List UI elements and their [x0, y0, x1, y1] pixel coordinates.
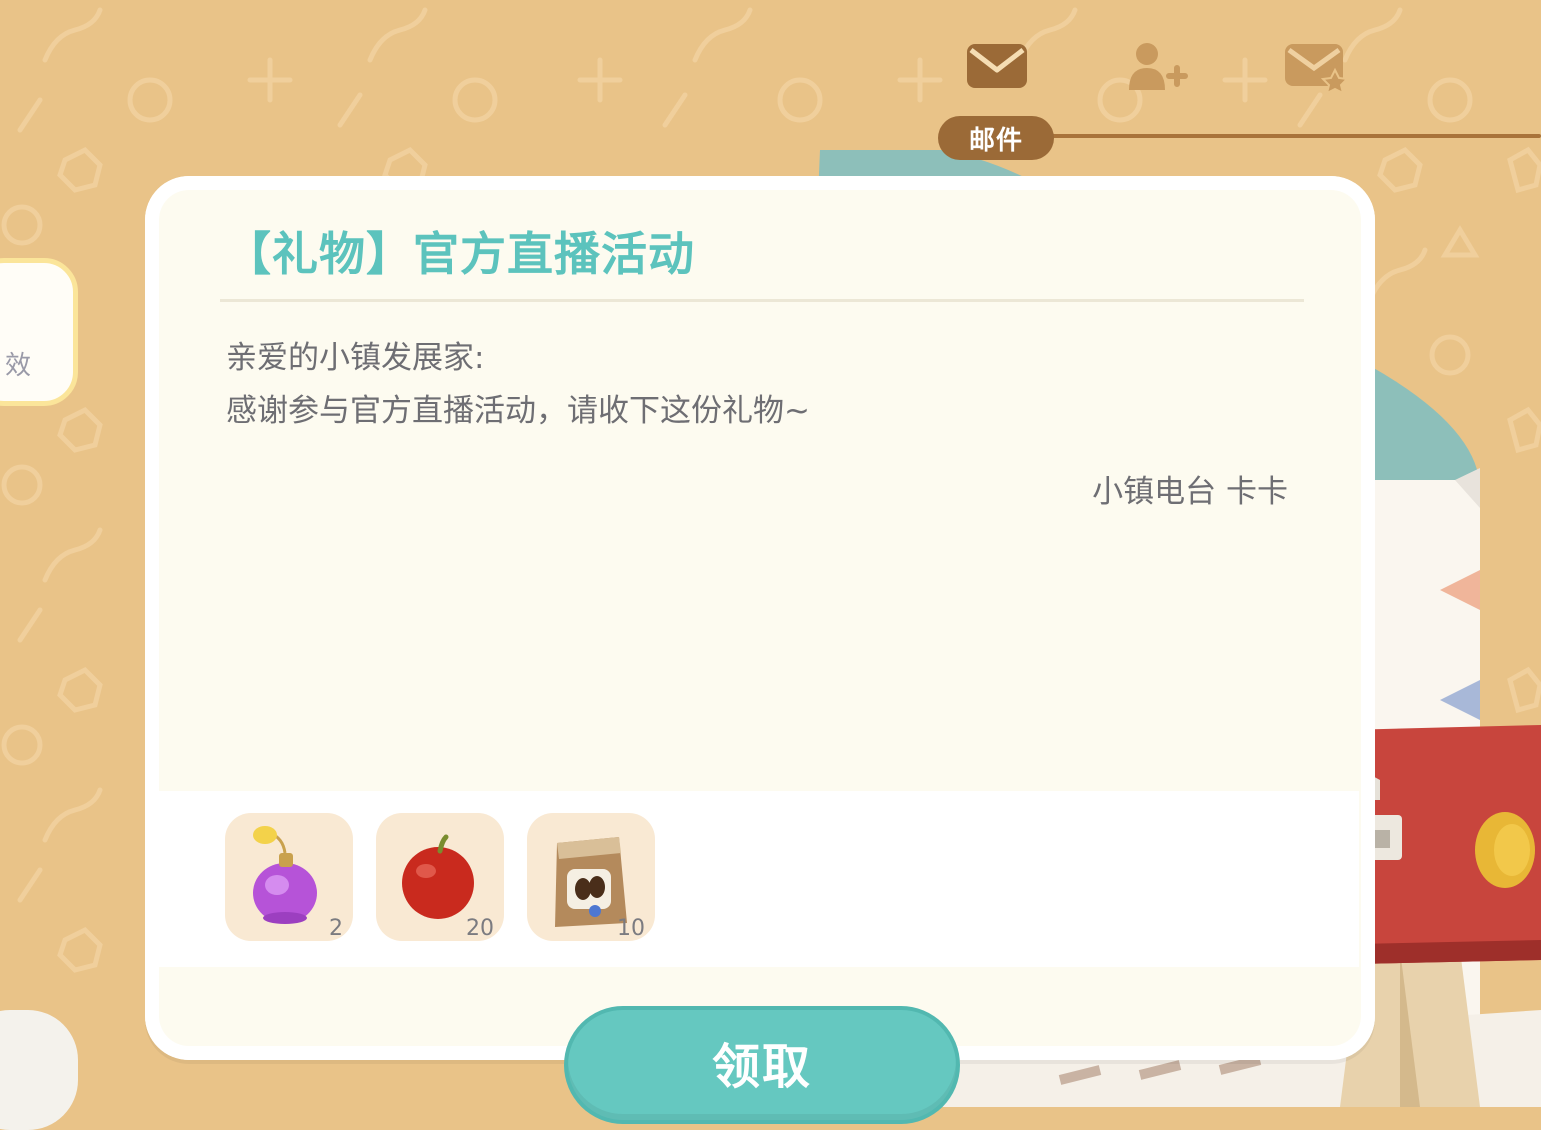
side-panel-card[interactable]: 效	[0, 258, 78, 406]
mail-icon	[967, 44, 1027, 88]
title-divider	[220, 299, 1304, 302]
mail-card: 【礼物】官方直播活动 亲爱的小镇发展家: 感谢参与官方直播活动，请收下这份礼物~…	[145, 176, 1375, 1060]
attachment-item-coffee-beans[interactable]: 10	[527, 813, 655, 941]
mail-message: 感谢参与官方直播活动，请收下这份礼物~	[226, 393, 810, 429]
tab-add-friend[interactable]	[1125, 40, 1189, 94]
side-panel-card-lower[interactable]	[0, 1010, 78, 1130]
mail-signature: 小镇电台 卡卡	[1092, 474, 1288, 510]
tab-mail-label[interactable]: 邮件	[938, 116, 1054, 160]
attachment-item-apple[interactable]: 20	[376, 813, 504, 941]
starred-mail-icon	[1285, 44, 1350, 95]
side-panel-label: 效	[5, 351, 32, 381]
tab-mail[interactable]	[965, 40, 1029, 94]
attachment-quantity: 20	[466, 916, 494, 941]
attachment-item-perfume[interactable]: 2	[225, 813, 353, 941]
tab-starred-mail[interactable]	[1283, 40, 1350, 95]
mail-greeting: 亲爱的小镇发展家:	[226, 340, 485, 376]
add-friend-icon	[1129, 43, 1188, 90]
mail-body: 亲爱的小镇发展家: 感谢参与官方直播活动，请收下这份礼物~	[226, 332, 810, 438]
claim-button[interactable]: 领取	[568, 1010, 956, 1120]
attachment-quantity: 2	[329, 916, 343, 941]
mail-title: 【礼物】官方直播活动	[225, 227, 695, 281]
tab-bar-divider	[1000, 134, 1541, 138]
attachment-quantity: 10	[617, 916, 645, 941]
